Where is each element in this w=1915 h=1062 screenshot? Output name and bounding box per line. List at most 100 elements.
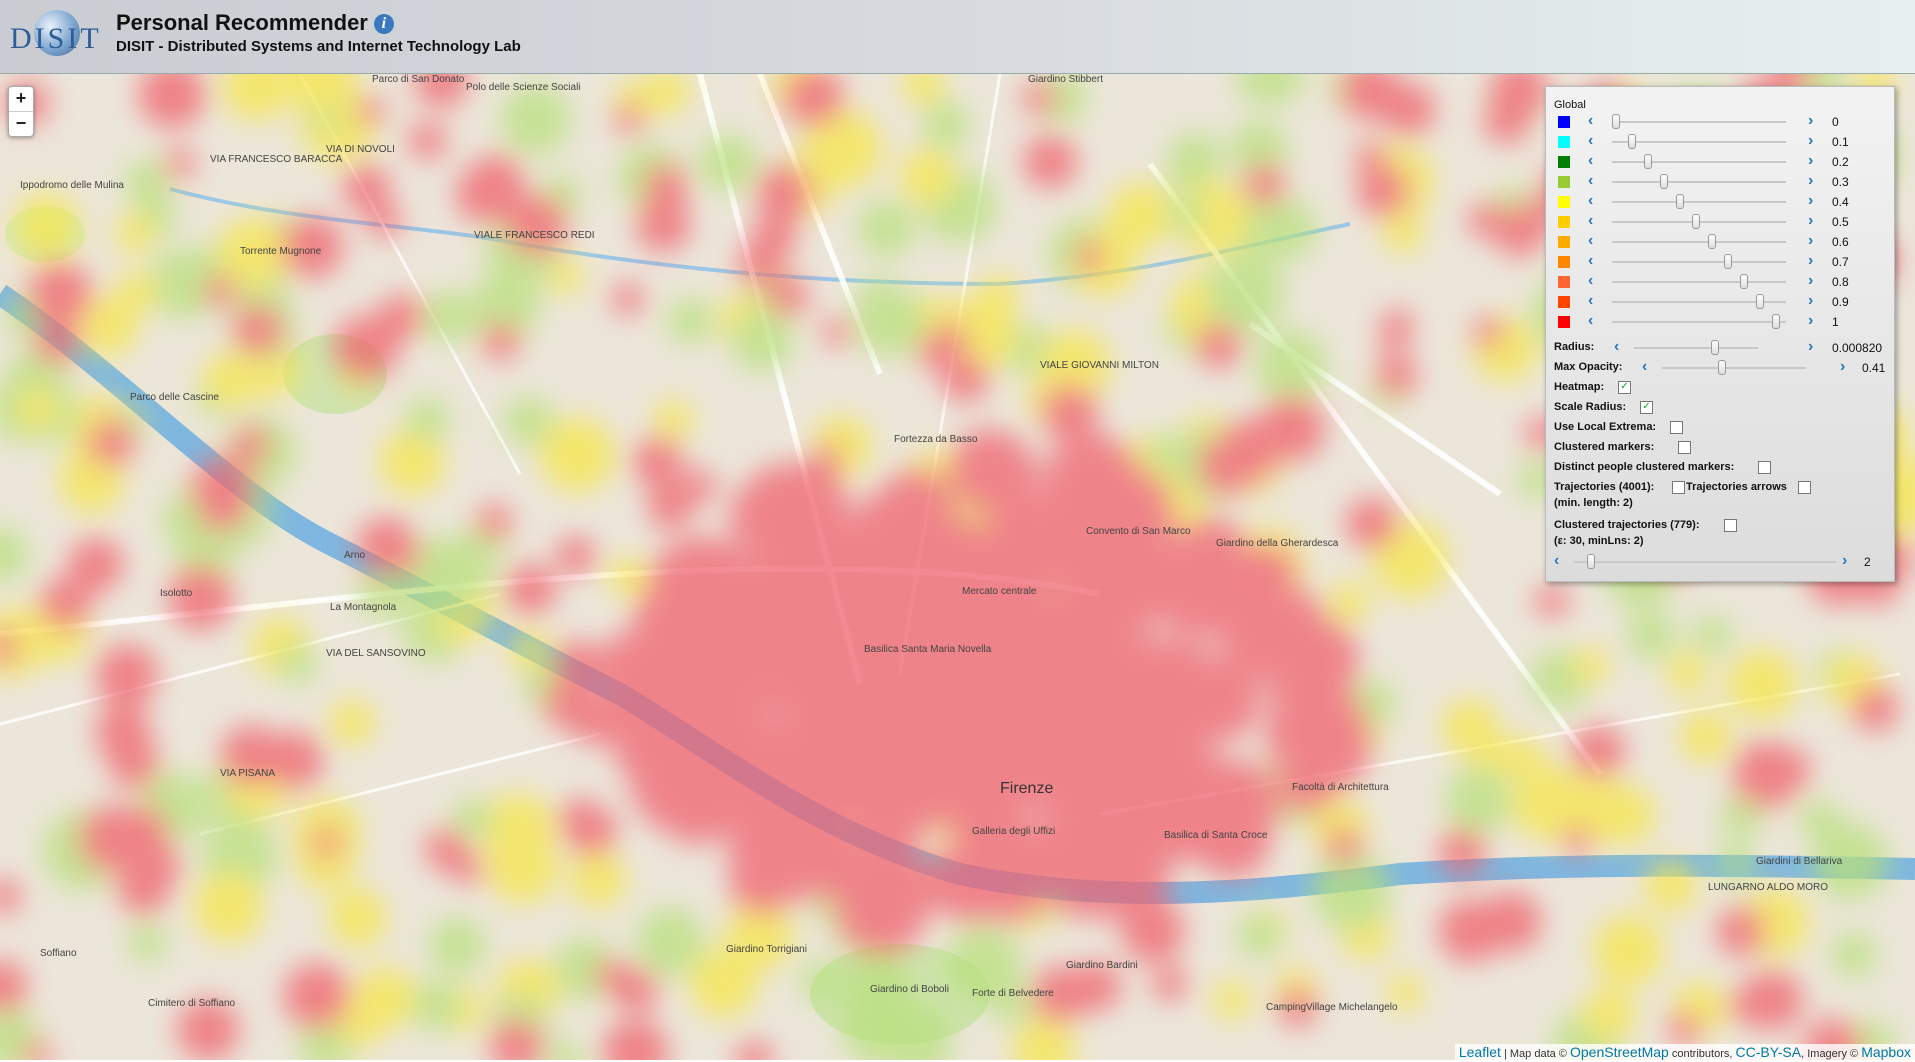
stop-thumb[interactable]: [1740, 274, 1748, 289]
stop-value: 0.6: [1832, 235, 1849, 249]
gradient-stop-row: ‹›0: [1554, 113, 1884, 131]
stop-track[interactable]: [1612, 121, 1786, 123]
info-icon[interactable]: i: [374, 14, 394, 34]
heat-core: [1266, 682, 1370, 786]
color-swatch[interactable]: [1558, 236, 1570, 248]
heat-halo: [354, 967, 416, 1029]
radius-track[interactable]: [1634, 347, 1758, 349]
stop-decrease-icon[interactable]: ‹: [1588, 193, 1593, 209]
stop-decrease-icon[interactable]: ‹: [1588, 293, 1593, 309]
clustered-trajectories-checkbox[interactable]: [1724, 519, 1737, 532]
stop-increase-icon[interactable]: ›: [1808, 133, 1813, 149]
mapbox-link[interactable]: Mapbox: [1861, 1044, 1911, 1060]
stop-increase-icon[interactable]: ›: [1808, 213, 1813, 229]
stop-increase-icon[interactable]: ›: [1808, 153, 1813, 169]
stop-decrease-icon[interactable]: ‹: [1588, 273, 1593, 289]
stop-decrease-icon[interactable]: ‹: [1588, 313, 1593, 329]
cluster-increase-icon[interactable]: ›: [1842, 553, 1847, 569]
stop-increase-icon[interactable]: ›: [1808, 113, 1813, 129]
option-checkbox[interactable]: ✓: [1618, 381, 1631, 394]
stop-track[interactable]: [1612, 221, 1786, 223]
color-swatch[interactable]: [1558, 296, 1570, 308]
stop-increase-icon[interactable]: ›: [1808, 253, 1813, 269]
heat-halo: [1582, 988, 1636, 1042]
stop-decrease-icon[interactable]: ‹: [1588, 173, 1593, 189]
stop-thumb[interactable]: [1724, 254, 1732, 269]
stop-track[interactable]: [1612, 301, 1786, 303]
stop-decrease-icon[interactable]: ‹: [1588, 133, 1593, 149]
option-checkbox[interactable]: [1758, 461, 1771, 474]
heat-spot: [1484, 97, 1530, 143]
stop-increase-icon[interactable]: ›: [1808, 173, 1813, 189]
map-label-pisana: VIA PISANA: [220, 768, 275, 779]
stop-track[interactable]: [1612, 281, 1786, 283]
app-title-text: Personal Recommender: [116, 10, 368, 35]
trajectories-checkbox[interactable]: [1672, 481, 1685, 494]
stop-thumb[interactable]: [1644, 154, 1652, 169]
stop-track[interactable]: [1612, 201, 1786, 203]
heat-halo: [193, 872, 265, 944]
stop-decrease-icon[interactable]: ‹: [1588, 233, 1593, 249]
zoom-out-button[interactable]: −: [9, 111, 33, 136]
stop-increase-icon[interactable]: ›: [1808, 293, 1813, 309]
leaflet-link[interactable]: Leaflet: [1459, 1044, 1501, 1060]
opacity-increase-icon[interactable]: ›: [1840, 359, 1845, 375]
stop-track[interactable]: [1612, 261, 1786, 263]
stop-thumb[interactable]: [1676, 194, 1684, 209]
stop-increase-icon[interactable]: ›: [1808, 193, 1813, 209]
license-link[interactable]: CC-BY-SA: [1735, 1044, 1801, 1060]
disit-logo[interactable]: DISIT: [10, 8, 106, 64]
heat-spot: [333, 315, 398, 380]
stop-thumb[interactable]: [1772, 314, 1780, 329]
stop-decrease-icon[interactable]: ‹: [1588, 113, 1593, 129]
radius-increase-icon[interactable]: ›: [1808, 339, 1813, 355]
stop-thumb[interactable]: [1692, 214, 1700, 229]
cluster-decrease-icon[interactable]: ‹: [1554, 553, 1559, 569]
color-swatch[interactable]: [1558, 316, 1570, 328]
stop-thumb[interactable]: [1660, 174, 1668, 189]
stop-increase-icon[interactable]: ›: [1808, 273, 1813, 289]
option-checkbox[interactable]: [1678, 441, 1691, 454]
cluster-track[interactable]: [1574, 561, 1836, 563]
heat-core: [729, 478, 805, 554]
color-swatch[interactable]: [1558, 216, 1570, 228]
stop-increase-icon[interactable]: ›: [1808, 313, 1813, 329]
heat-core: [1062, 686, 1143, 767]
trajectories-arrows-checkbox[interactable]: [1798, 481, 1811, 494]
color-swatch[interactable]: [1558, 196, 1570, 208]
cluster-thumb[interactable]: [1587, 554, 1595, 569]
option-checkbox[interactable]: ✓: [1640, 401, 1653, 414]
opacity-track[interactable]: [1662, 367, 1806, 369]
radius-decrease-icon[interactable]: ‹: [1614, 339, 1619, 355]
osm-link[interactable]: OpenStreetMap: [1570, 1044, 1669, 1060]
stop-thumb[interactable]: [1628, 134, 1636, 149]
opacity-thumb[interactable]: [1718, 360, 1726, 375]
stop-thumb[interactable]: [1708, 234, 1716, 249]
stop-track[interactable]: [1612, 321, 1786, 323]
color-swatch[interactable]: [1558, 116, 1570, 128]
color-swatch[interactable]: [1558, 276, 1570, 288]
map-label-architettura: Facoltà di Architettura: [1292, 782, 1389, 793]
option-checkbox[interactable]: [1670, 421, 1683, 434]
heat-spot: [232, 426, 270, 464]
stop-decrease-icon[interactable]: ‹: [1588, 153, 1593, 169]
stop-thumb[interactable]: [1612, 114, 1620, 129]
color-swatch[interactable]: [1558, 176, 1570, 188]
stop-thumb[interactable]: [1756, 294, 1764, 309]
color-swatch[interactable]: [1558, 136, 1570, 148]
stop-increase-icon[interactable]: ›: [1808, 233, 1813, 249]
stop-decrease-icon[interactable]: ‹: [1588, 213, 1593, 229]
map-label-stibbert: Giardino Stibbert: [1028, 74, 1103, 85]
stop-track[interactable]: [1612, 181, 1786, 183]
map-label-ippodromo: Ippodromo delle Mulina: [20, 180, 124, 191]
stop-track[interactable]: [1612, 241, 1786, 243]
opacity-decrease-icon[interactable]: ‹: [1642, 359, 1647, 375]
stop-decrease-icon[interactable]: ‹: [1588, 253, 1593, 269]
stop-track[interactable]: [1612, 161, 1786, 163]
color-swatch[interactable]: [1558, 156, 1570, 168]
zoom-in-button[interactable]: +: [9, 87, 33, 111]
color-swatch[interactable]: [1558, 256, 1570, 268]
heat-halo: [115, 213, 155, 253]
radius-thumb[interactable]: [1711, 340, 1719, 355]
stop-track[interactable]: [1612, 141, 1786, 143]
